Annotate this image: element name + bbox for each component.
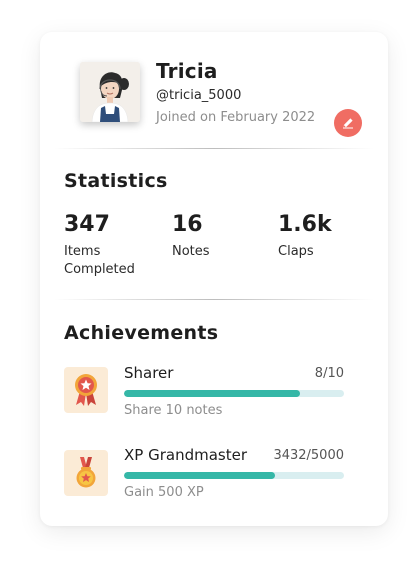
profile-joined-date: Joined on February 2022 <box>156 110 316 125</box>
pencil-icon <box>343 118 353 129</box>
achievement-sharer-progress: 8/10 <box>314 366 344 381</box>
stat-claps-value: 1.6k <box>278 212 332 237</box>
stat-notes-value: 16 <box>172 212 203 237</box>
achievement-xp-grandmaster-progress-fill <box>124 472 275 479</box>
achievement-item-xp-grandmaster-icon-box <box>64 450 108 496</box>
edit-profile-button[interactable] <box>334 109 362 137</box>
achievement-sharer-progress-fill <box>124 390 300 397</box>
statistics-title: Statistics <box>64 170 168 192</box>
achievement-sharer-title: Sharer <box>124 364 174 382</box>
ribbon-badge-icon <box>75 374 97 406</box>
achievement-xp-grandmaster-progress: 3432/5000 <box>273 448 344 463</box>
profile-handle: @tricia_5000 <box>156 88 242 103</box>
stat-notes-label: Notes <box>172 244 210 259</box>
medal-icon <box>76 457 96 488</box>
profile-card: Tricia @tricia_5000 Joined on February 2… <box>40 32 388 526</box>
profile-name: Tricia <box>156 59 218 83</box>
stat-items-completed-label: Items Completed <box>64 244 135 277</box>
avatar-illustration <box>80 62 140 122</box>
achievement-xp-grandmaster-description: Gain 500 XP <box>124 485 204 500</box>
achievement-xp-grandmaster-title: XP Grandmaster <box>124 446 247 464</box>
achievements-title: Achievements <box>64 322 219 344</box>
stat-claps-label: Claps <box>278 244 314 259</box>
achievement-item-sharer-icon-box <box>64 367 108 413</box>
achievement-xp-grandmaster-progress-bar <box>124 472 344 479</box>
profile-divider <box>54 148 374 149</box>
statistics-divider <box>54 299 374 300</box>
achievement-sharer-description: Share 10 notes <box>124 403 223 418</box>
stat-items-completed-value: 347 <box>64 212 110 237</box>
achievement-sharer-progress-bar <box>124 390 344 397</box>
avatar <box>80 62 140 122</box>
